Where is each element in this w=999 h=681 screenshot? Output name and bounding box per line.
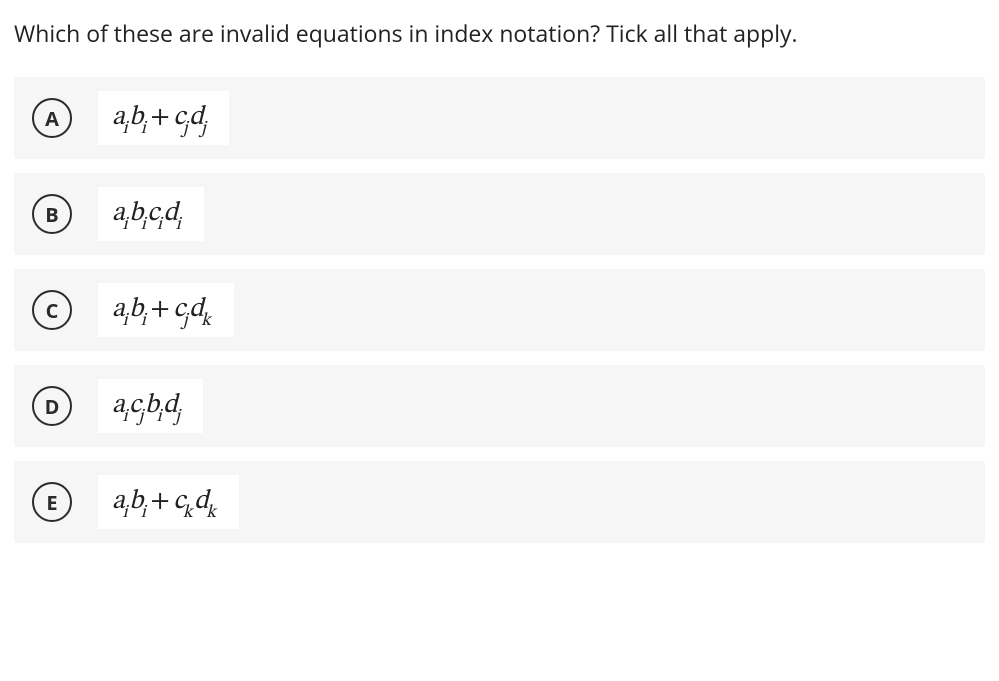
option-c[interactable]: C aibi+cjdk: [14, 269, 985, 351]
option-d[interactable]: D aicjbidj: [14, 365, 985, 447]
option-b[interactable]: B aibicidi: [14, 173, 985, 255]
option-a-indicator: A: [32, 98, 72, 138]
question-text: Which of these are invalid equations in …: [14, 18, 985, 49]
option-d-indicator: D: [32, 386, 72, 426]
option-c-expression: aibi+cjdk: [98, 283, 234, 337]
option-c-indicator: C: [32, 290, 72, 330]
option-a[interactable]: A aibi+cjdj: [14, 77, 985, 159]
option-e-expression: aibi+ckdk: [98, 475, 239, 529]
option-e[interactable]: E aibi+ckdk: [14, 461, 985, 543]
option-a-expression: aibi+cjdj: [98, 91, 229, 145]
option-e-indicator: E: [32, 482, 72, 522]
option-d-expression: aicjbidj: [98, 379, 203, 433]
option-b-indicator: B: [32, 194, 72, 234]
option-b-expression: aibicidi: [98, 187, 204, 241]
